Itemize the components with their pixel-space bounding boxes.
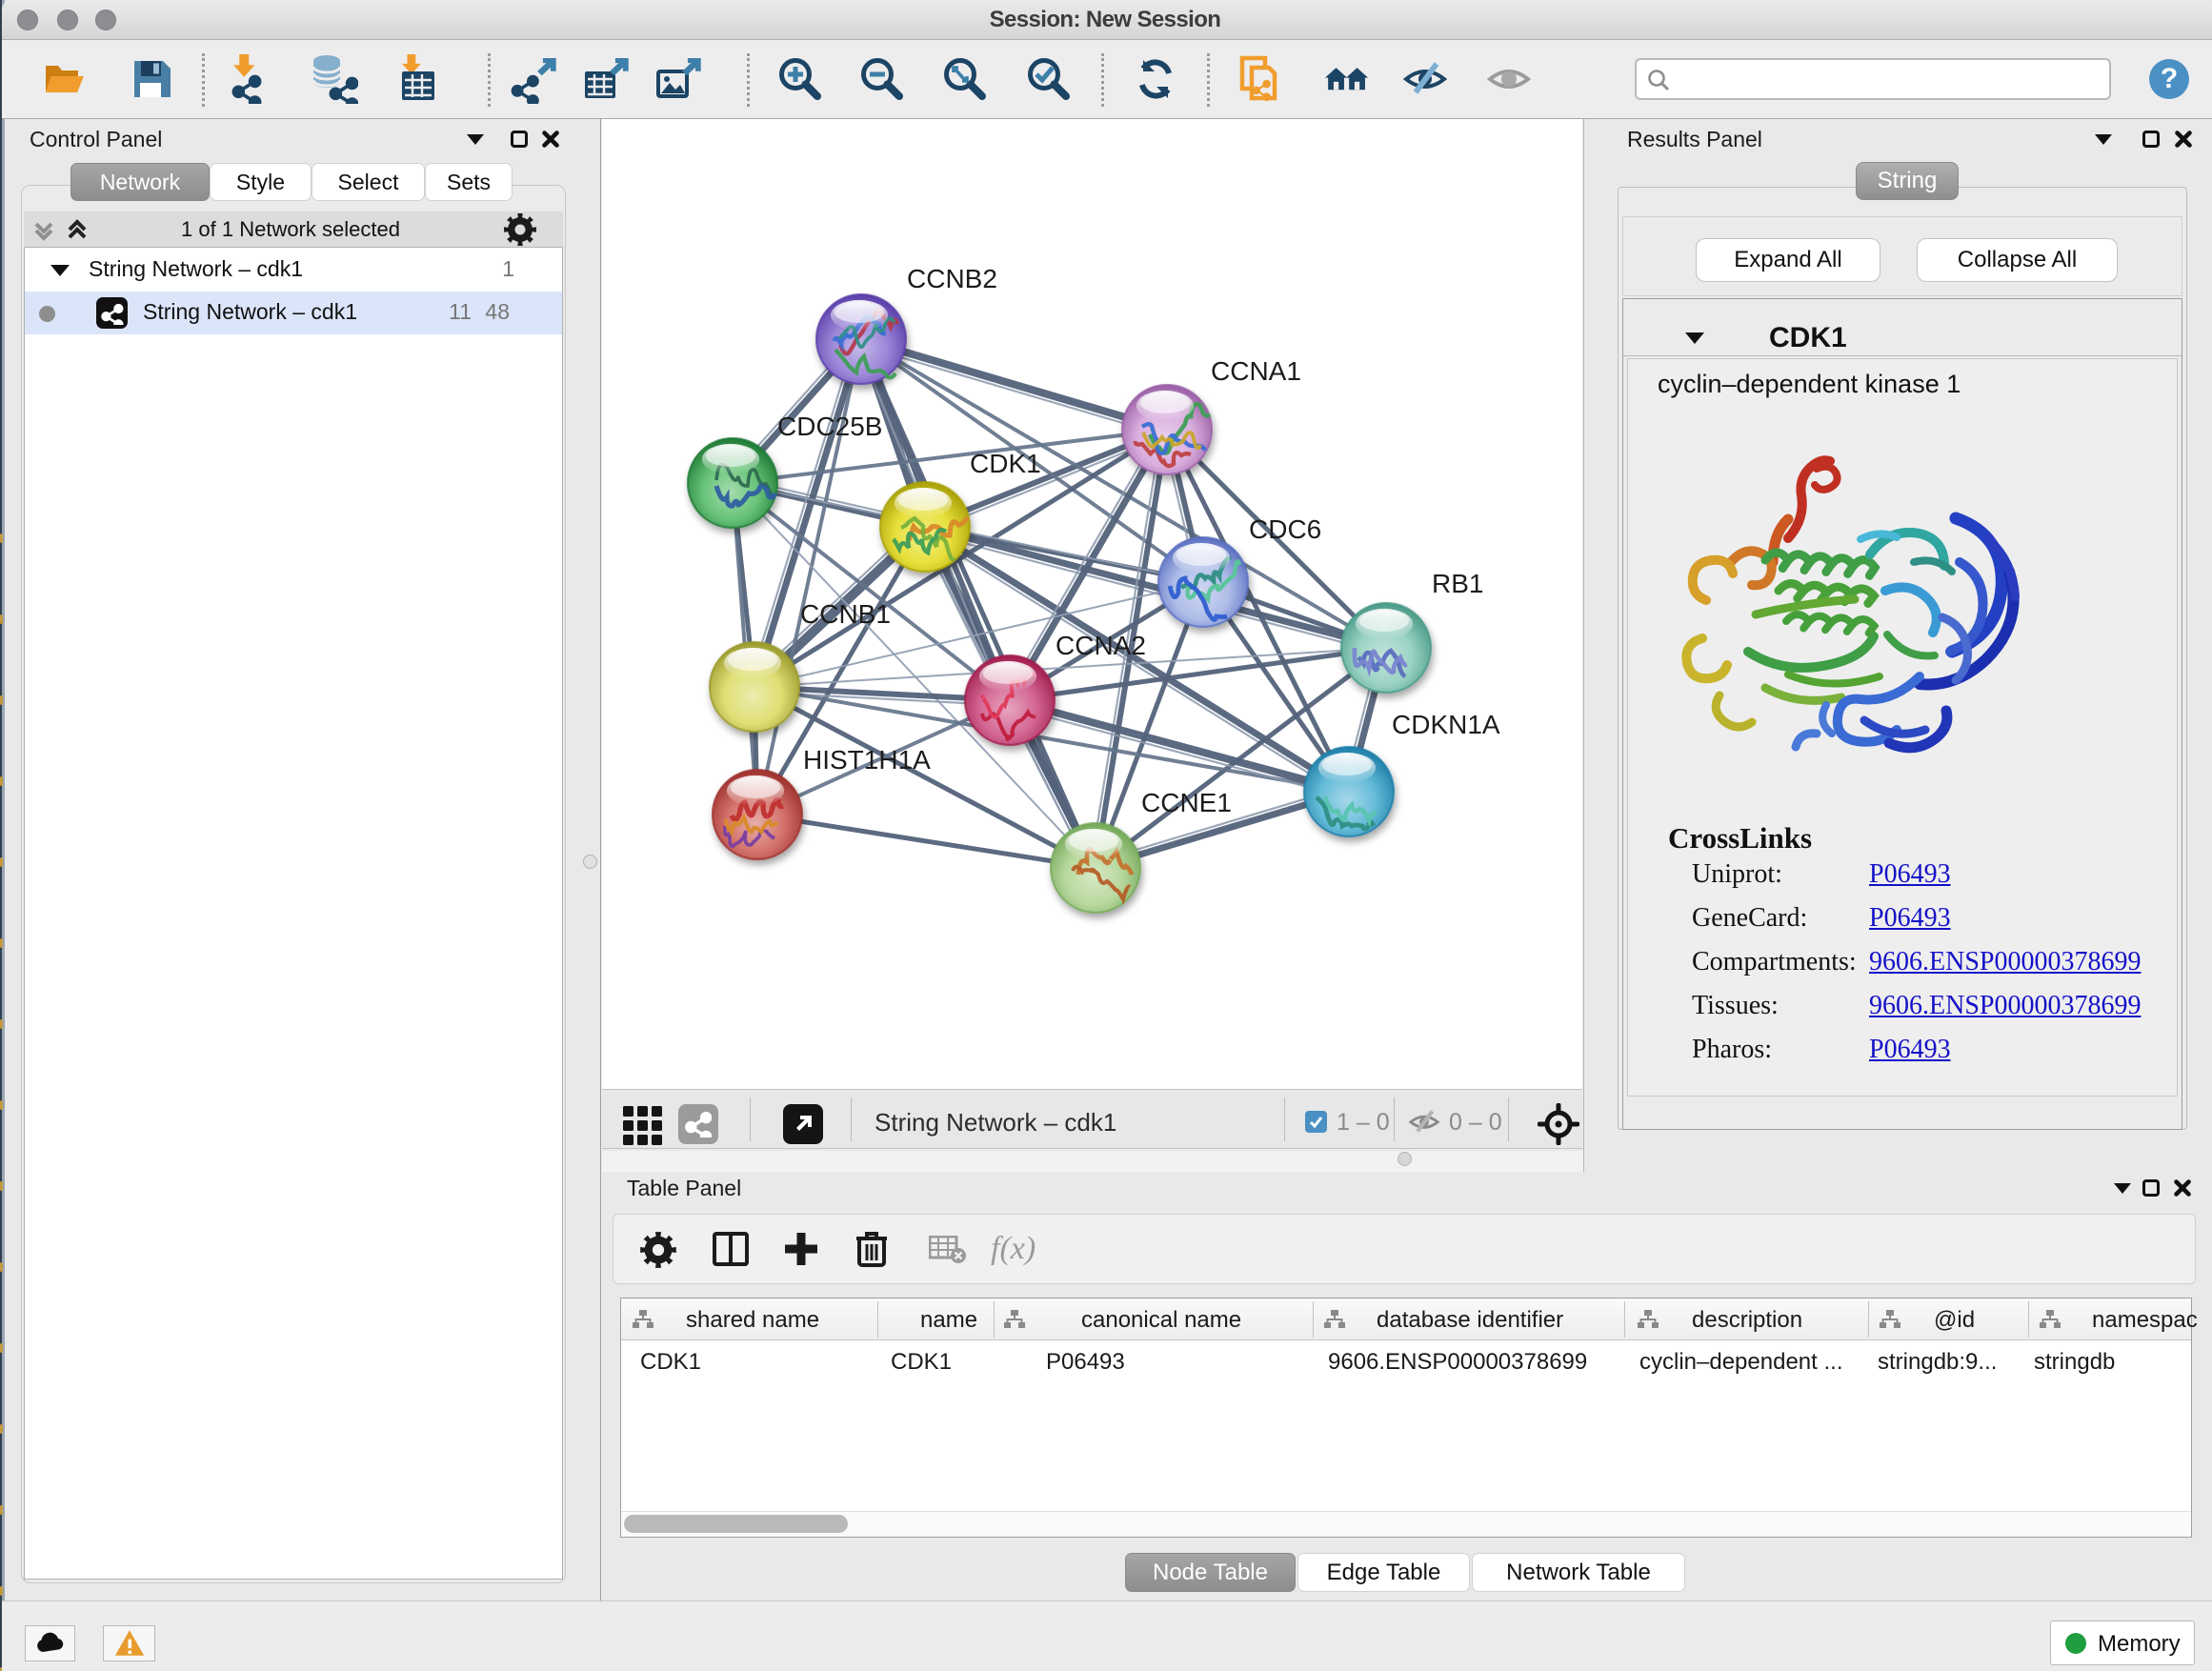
svg-text:CDKN1A: CDKN1A xyxy=(1392,710,1500,739)
svg-text:CCNB2: CCNB2 xyxy=(907,264,997,293)
svg-text:CCNA2: CCNA2 xyxy=(1056,631,1146,660)
svg-text:RB1: RB1 xyxy=(1432,569,1483,598)
svg-text:CCNE1: CCNE1 xyxy=(1141,788,1232,817)
svg-text:CDK1: CDK1 xyxy=(970,449,1041,478)
svg-text:CDC25B: CDC25B xyxy=(777,412,882,441)
svg-text:HIST1H1A: HIST1H1A xyxy=(803,745,931,775)
svg-text:CCNA1: CCNA1 xyxy=(1211,356,1301,386)
svg-text:CDC6: CDC6 xyxy=(1249,514,1321,544)
svg-text:CCNB1: CCNB1 xyxy=(800,599,891,629)
